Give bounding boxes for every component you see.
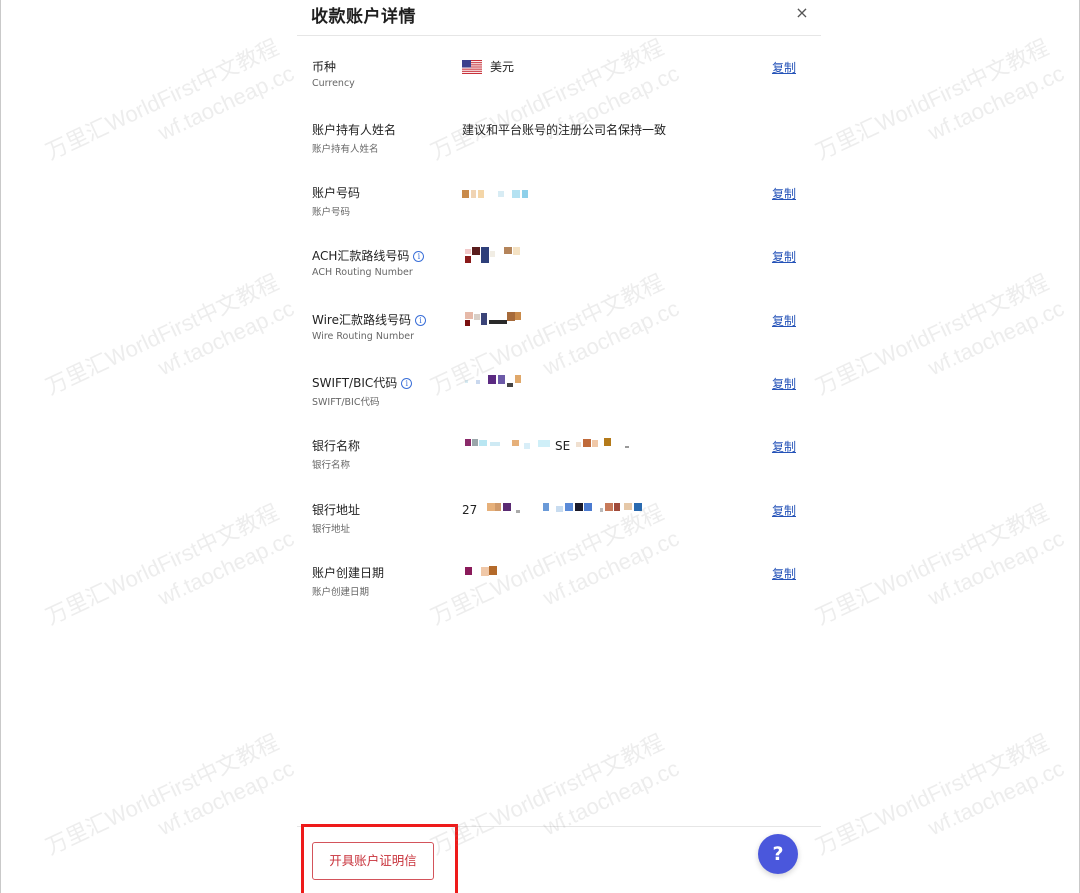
copy-bank-address-link[interactable]: 复制 <box>772 502 796 519</box>
redacted-blocks <box>465 439 550 449</box>
field-row-account-number: 账户号码 账户号码 复制 <box>312 184 802 234</box>
redacted-blocks <box>465 375 521 387</box>
redacted-blocks <box>465 312 521 326</box>
us-flag-icon <box>462 59 482 74</box>
field-row-bank-address: 银行地址 银行地址 27 复制 <box>312 501 802 551</box>
field-row-bank-name: 银行名称 银行名称 SE 复制 <box>312 437 802 487</box>
redacted-value <box>462 311 526 329</box>
header-divider <box>297 35 821 36</box>
redacted-blocks <box>487 503 643 513</box>
field-sublabel: 银行名称 <box>312 460 351 471</box>
field-label: SWIFT/BIC代码 i <box>312 374 413 391</box>
field-label: 银行地址 <box>312 503 361 517</box>
bank-address-fragment: 27 <box>462 503 478 517</box>
field-label-text: ACH汇款路线号码 <box>312 249 410 263</box>
field-row-wire-routing: Wire汇款路线号码 i Wire Routing Number 复制 <box>312 311 802 361</box>
info-icon[interactable]: i <box>413 251 425 262</box>
field-row-holder-name: 账户持有人姓名 账户持有人姓名 建议和平台账号的注册公司名保持一致 <box>312 121 802 171</box>
copy-ach-link[interactable]: 复制 <box>772 248 796 265</box>
redacted-value <box>462 564 506 582</box>
field-row-ach-routing: ACH汇款路线号码 i ACH Routing Number 复制 <box>312 247 802 297</box>
copy-account-number-link[interactable]: 复制 <box>772 185 796 202</box>
field-sublabel: SWIFT/BIC代码 <box>312 397 380 408</box>
field-value: 美元 <box>462 58 514 75</box>
account-details-modal: 收款账户详情 × 币种 Currency 美元 复制 账户持有人姓名 账户持有人… <box>297 0 821 893</box>
watermark: 万里汇WorldFirst中文教程 wf.taocheap.cc <box>811 729 1068 860</box>
field-sublabel: 账户持有人姓名 <box>312 144 379 155</box>
field-sublabel: 账户号码 <box>312 207 351 218</box>
field-label: 账户持有人姓名 <box>312 123 397 137</box>
field-value: 建议和平台账号的注册公司名保持一致 <box>462 123 667 137</box>
redacted-value <box>462 374 526 392</box>
copy-wire-link[interactable]: 复制 <box>772 312 796 329</box>
modal-title: 收款账户详情 <box>311 7 416 27</box>
watermark: 万里汇WorldFirst中文教程 wf.taocheap.cc <box>41 729 298 860</box>
copy-creation-date-link[interactable]: 复制 <box>772 565 796 582</box>
field-label: Wire汇款路线号码 i <box>312 311 426 328</box>
field-label-text: SWIFT/BIC代码 <box>312 376 398 390</box>
watermark: 万里汇WorldFirst中文教程 wf.taocheap.cc <box>41 269 298 400</box>
bank-name-fragment: SE <box>555 439 571 453</box>
field-label: 币种 <box>312 60 337 74</box>
info-icon[interactable]: i <box>415 315 426 326</box>
field-sublabel: 账户创建日期 <box>312 587 370 598</box>
redacted-value <box>462 247 526 265</box>
watermark: 万里汇WorldFirst中文教程 wf.taocheap.cc <box>811 34 1068 165</box>
field-label: ACH汇款路线号码 i <box>312 247 425 264</box>
field-row-creation-date: 账户创建日期 账户创建日期 复制 <box>312 564 802 614</box>
field-label: 银行名称 <box>312 439 361 453</box>
field-label: 账户号码 <box>312 186 361 200</box>
watermark: 万里汇WorldFirst中文教程 wf.taocheap.cc <box>811 269 1068 400</box>
field-sublabel: 银行地址 <box>312 524 351 535</box>
redacted-blocks <box>465 247 520 263</box>
field-label: 账户创建日期 <box>312 566 385 580</box>
field-label-text: Wire汇款路线号码 <box>312 313 411 327</box>
redacted-value <box>462 187 530 201</box>
field-sublabel: ACH Routing Number <box>312 267 413 278</box>
close-icon[interactable]: × <box>793 2 811 24</box>
issue-certificate-button[interactable]: 开具账户证明信 <box>312 842 434 880</box>
redacted-blocks <box>576 438 630 448</box>
redacted-value: SE <box>462 437 654 455</box>
copy-bank-name-link[interactable]: 复制 <box>772 438 796 455</box>
field-sublabel: Wire Routing Number <box>312 331 414 342</box>
info-icon[interactable]: i <box>401 378 413 389</box>
redacted-value: 27 <box>462 501 653 519</box>
help-button[interactable]: ? <box>758 834 798 874</box>
copy-currency-link[interactable]: 复制 <box>772 59 796 76</box>
watermark: 万里汇WorldFirst中文教程 wf.taocheap.cc <box>811 499 1068 630</box>
copy-swift-link[interactable]: 复制 <box>772 375 796 392</box>
footer-divider <box>297 826 821 827</box>
watermark: 万里汇WorldFirst中文教程 wf.taocheap.cc <box>41 34 298 165</box>
field-row-swift: SWIFT/BIC代码 i SWIFT/BIC代码 复制 <box>312 374 802 424</box>
currency-value: 美元 <box>490 60 515 74</box>
redacted-blocks <box>465 566 497 576</box>
field-sublabel: Currency <box>312 78 355 89</box>
watermark: 万里汇WorldFirst中文教程 wf.taocheap.cc <box>41 499 298 630</box>
field-row-currency: 币种 Currency 美元 复制 <box>312 58 802 108</box>
